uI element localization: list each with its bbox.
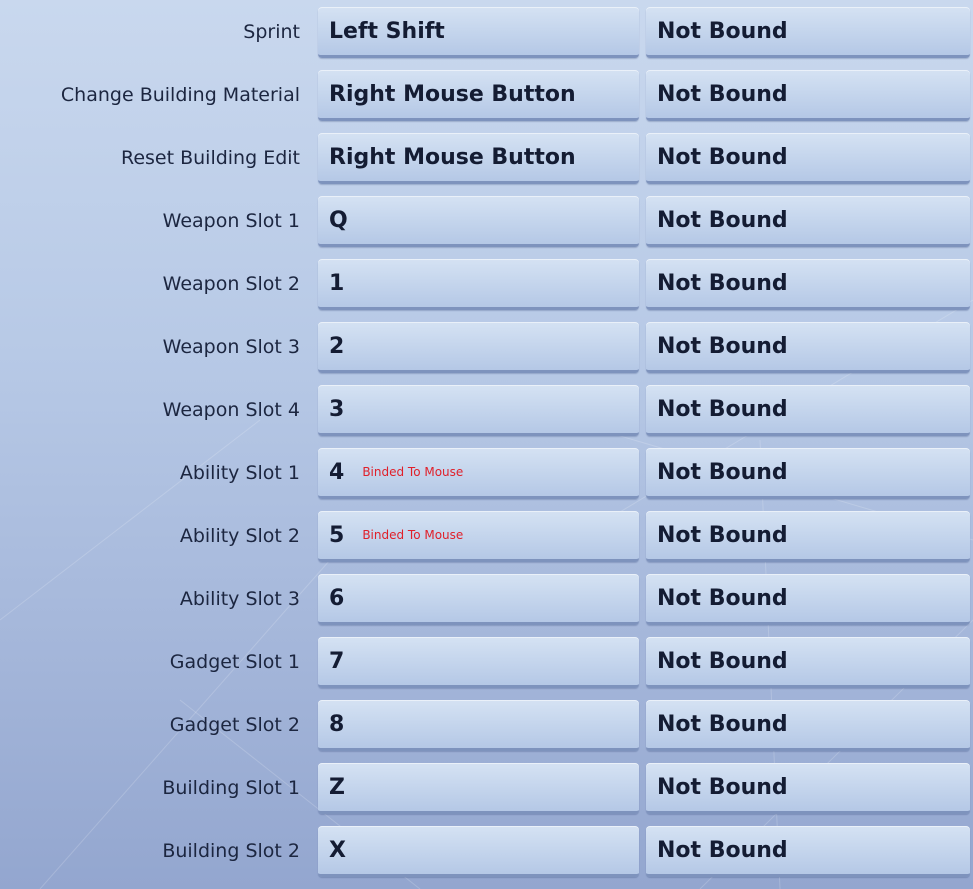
action-label: Weapon Slot 4 <box>162 399 300 421</box>
secondary-binding-button[interactable]: Not Bound <box>646 511 970 562</box>
primary-key-text: 4 <box>329 459 345 485</box>
secondary-key-text: Not Bound <box>657 648 788 674</box>
secondary-key-text: Not Bound <box>657 837 788 863</box>
action-label: Sprint <box>243 21 300 43</box>
primary-binding-button[interactable]: Q <box>318 196 639 247</box>
secondary-key-text: Not Bound <box>657 207 788 233</box>
action-label: Gadget Slot 2 <box>169 714 300 736</box>
primary-key-text: Left Shift <box>329 18 445 44</box>
secondary-binding-button[interactable]: Not Bound <box>646 574 970 625</box>
keybind-row: Sprint Left Shift Not Bound <box>0 7 973 70</box>
primary-key-text: Right Mouse Button <box>329 144 576 170</box>
keybind-row: Building Slot 1 Z Not Bound <box>0 763 973 826</box>
action-label: Building Slot 2 <box>162 840 300 862</box>
primary-binding-button[interactable]: 3 <box>318 385 639 436</box>
secondary-key-text: Not Bound <box>657 585 788 611</box>
primary-binding-button[interactable]: Z <box>318 763 639 814</box>
secondary-key-text: Not Bound <box>657 18 788 44</box>
keybind-row: Ability Slot 3 6 Not Bound <box>0 574 973 637</box>
keybind-row: Gadget Slot 2 8 Not Bound <box>0 700 973 763</box>
primary-key-text: Q <box>329 207 348 233</box>
secondary-binding-button[interactable]: Not Bound <box>646 259 970 310</box>
keybind-row: Ability Slot 1 4 Binded To Mouse Not Bou… <box>0 448 973 511</box>
binding-note: Binded To Mouse <box>362 465 464 479</box>
primary-binding-button[interactable]: 2 <box>318 322 639 373</box>
action-label: Change Building Material <box>60 84 300 106</box>
secondary-binding-button[interactable]: Not Bound <box>646 7 970 58</box>
action-label: Weapon Slot 3 <box>162 336 300 358</box>
action-label: Gadget Slot 1 <box>169 651 300 673</box>
secondary-key-text: Not Bound <box>657 774 788 800</box>
action-label: Weapon Slot 1 <box>162 210 300 232</box>
keybind-row: Weapon Slot 2 1 Not Bound <box>0 259 973 322</box>
keybind-row: Change Building Material Right Mouse But… <box>0 70 973 133</box>
action-label: Weapon Slot 2 <box>162 273 300 295</box>
keybind-list: Sprint Left Shift Not Bound Change Build… <box>0 7 973 889</box>
primary-key-text: 8 <box>329 711 345 737</box>
secondary-binding-button[interactable]: Not Bound <box>646 763 970 814</box>
secondary-key-text: Not Bound <box>657 396 788 422</box>
secondary-key-text: Not Bound <box>657 522 788 548</box>
primary-binding-button[interactable]: 1 <box>318 259 639 310</box>
primary-key-text: Right Mouse Button <box>329 81 576 107</box>
primary-key-text: Z <box>329 774 345 800</box>
secondary-key-text: Not Bound <box>657 333 788 359</box>
secondary-key-text: Not Bound <box>657 270 788 296</box>
secondary-key-text: Not Bound <box>657 144 788 170</box>
primary-key-text: 2 <box>329 333 345 359</box>
secondary-binding-button[interactable]: Not Bound <box>646 133 970 184</box>
action-label: Ability Slot 3 <box>179 588 300 610</box>
primary-binding-button[interactable]: Left Shift <box>318 7 639 58</box>
keybind-row: Weapon Slot 4 3 Not Bound <box>0 385 973 448</box>
secondary-binding-button[interactable]: Not Bound <box>646 196 970 247</box>
primary-key-text: 6 <box>329 585 345 611</box>
action-label: Building Slot 1 <box>162 777 300 799</box>
primary-binding-button[interactable]: 8 <box>318 700 639 751</box>
action-label: Reset Building Edit <box>120 147 300 169</box>
primary-key-text: 3 <box>329 396 345 422</box>
primary-binding-button[interactable]: 5 Binded To Mouse <box>318 511 639 562</box>
keybind-row: Weapon Slot 1 Q Not Bound <box>0 196 973 259</box>
primary-binding-button[interactable]: 4 Binded To Mouse <box>318 448 639 499</box>
secondary-binding-button[interactable]: Not Bound <box>646 637 970 688</box>
primary-key-text: X <box>329 837 346 863</box>
secondary-binding-button[interactable]: Not Bound <box>646 70 970 121</box>
secondary-binding-button[interactable]: Not Bound <box>646 700 970 751</box>
primary-key-text: 5 <box>329 522 345 548</box>
secondary-key-text: Not Bound <box>657 81 788 107</box>
secondary-binding-button[interactable]: Not Bound <box>646 322 970 373</box>
primary-binding-button[interactable]: 6 <box>318 574 639 625</box>
secondary-key-text: Not Bound <box>657 711 788 737</box>
action-label: Ability Slot 2 <box>179 525 300 547</box>
secondary-binding-button[interactable]: Not Bound <box>646 385 970 436</box>
primary-binding-button[interactable]: X <box>318 826 639 877</box>
binding-note: Binded To Mouse <box>362 528 464 542</box>
keybind-row: Reset Building Edit Right Mouse Button N… <box>0 133 973 196</box>
action-label: Ability Slot 1 <box>179 462 300 484</box>
primary-key-text: 1 <box>329 270 345 296</box>
primary-binding-button[interactable]: Right Mouse Button <box>318 70 639 121</box>
keybind-row: Weapon Slot 3 2 Not Bound <box>0 322 973 385</box>
secondary-key-text: Not Bound <box>657 459 788 485</box>
keybind-row: Building Slot 2 X Not Bound <box>0 826 973 889</box>
secondary-binding-button[interactable]: Not Bound <box>646 826 970 877</box>
primary-binding-button[interactable]: Right Mouse Button <box>318 133 639 184</box>
primary-binding-button[interactable]: 7 <box>318 637 639 688</box>
keybind-row: Gadget Slot 1 7 Not Bound <box>0 637 973 700</box>
primary-key-text: 7 <box>329 648 345 674</box>
keybind-row: Ability Slot 2 5 Binded To Mouse Not Bou… <box>0 511 973 574</box>
secondary-binding-button[interactable]: Not Bound <box>646 448 970 499</box>
